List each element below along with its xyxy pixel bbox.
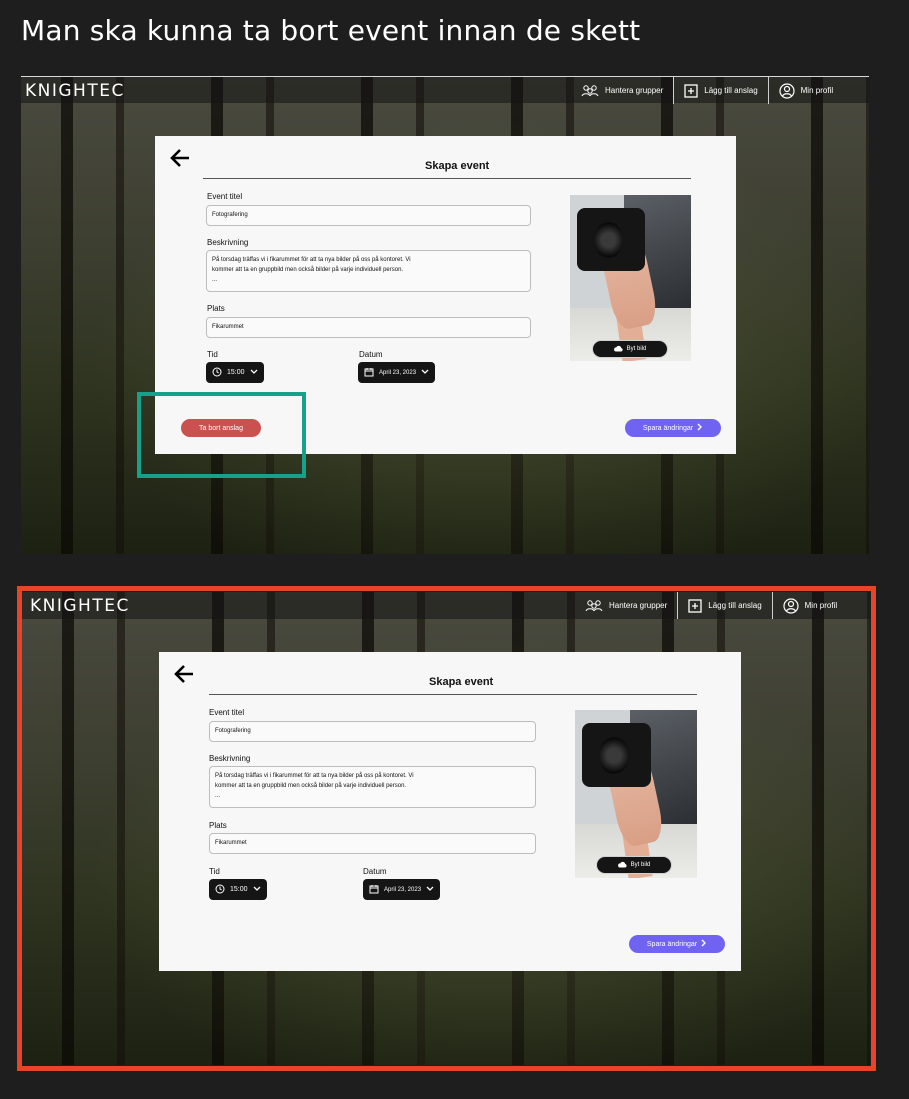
change-image-label: Byt bild xyxy=(626,346,647,352)
time-picker[interactable]: 15:00 xyxy=(206,362,264,383)
place-value: Fikarummet xyxy=(212,324,244,330)
description-input[interactable]: På torsdag träffas vi i fikarummet för a… xyxy=(206,250,531,292)
save-button-label: Spara ändringar xyxy=(642,424,694,432)
top-nav-bar: KNIGHTEC Hantera grupper Lägg till ansla… xyxy=(21,76,869,104)
nav-menu: Hantera grupper Lägg till anslag Min pro… xyxy=(571,77,843,104)
place-input[interactable]: Fikarummet xyxy=(206,317,531,338)
description-line: ... xyxy=(212,277,218,283)
logo: KNIGHTEC xyxy=(25,81,125,101)
profile-icon xyxy=(779,82,795,99)
time-value: 15:00 xyxy=(227,369,245,376)
calendar-icon xyxy=(364,367,374,379)
event-title-label: Event titel xyxy=(207,192,243,201)
clock-icon xyxy=(212,367,222,379)
nav-label: Hantera grupper xyxy=(605,86,664,95)
chevron-down-icon xyxy=(250,369,258,377)
title-divider xyxy=(203,178,691,179)
event-title-value: Fotografering xyxy=(212,212,248,218)
original-mockup-highlight-box xyxy=(17,586,876,1071)
slide-heading: Man ska kunna ta bort event innan de ske… xyxy=(21,14,641,47)
description-line: kommer att ta en gruppbild men också bil… xyxy=(212,267,404,273)
change-image-button[interactable]: Byt bild xyxy=(592,340,668,358)
chevron-down-icon xyxy=(421,369,429,377)
chevron-right-icon xyxy=(697,423,703,433)
add-box-icon xyxy=(684,83,698,98)
event-photo xyxy=(570,195,691,361)
save-changes-button[interactable]: Spara ändringar xyxy=(625,419,721,437)
nav-label: Min profil xyxy=(800,86,834,95)
group-icon xyxy=(581,84,599,98)
event-title-input[interactable]: Fotografering xyxy=(206,205,531,226)
description-line: På torsdag träffas vi i fikarummet för a… xyxy=(212,257,411,263)
nav-hantera-grupper[interactable]: Hantera grupper xyxy=(571,77,673,104)
date-picker[interactable]: April 23, 2023 xyxy=(358,362,436,383)
nav-lagg-till-anslag[interactable]: Lägg till anslag xyxy=(674,77,767,104)
back-arrow-icon[interactable] xyxy=(169,148,191,173)
cloud-upload-icon xyxy=(613,345,623,354)
description-label: Beskrivning xyxy=(207,238,249,247)
date-label: Datum xyxy=(359,350,383,359)
nav-min-profil[interactable]: Min profil xyxy=(769,77,843,104)
nav-label: Lägg till anslag xyxy=(704,86,758,95)
mockup-with-delete: KNIGHTEC Hantera grupper Lägg till ansla… xyxy=(21,76,869,554)
place-label: Plats xyxy=(207,304,225,313)
delete-highlight-box xyxy=(137,392,306,478)
card-title: Skapa event xyxy=(425,160,490,172)
time-label: Tid xyxy=(207,350,218,359)
date-value: April 23, 2023 xyxy=(379,369,417,376)
